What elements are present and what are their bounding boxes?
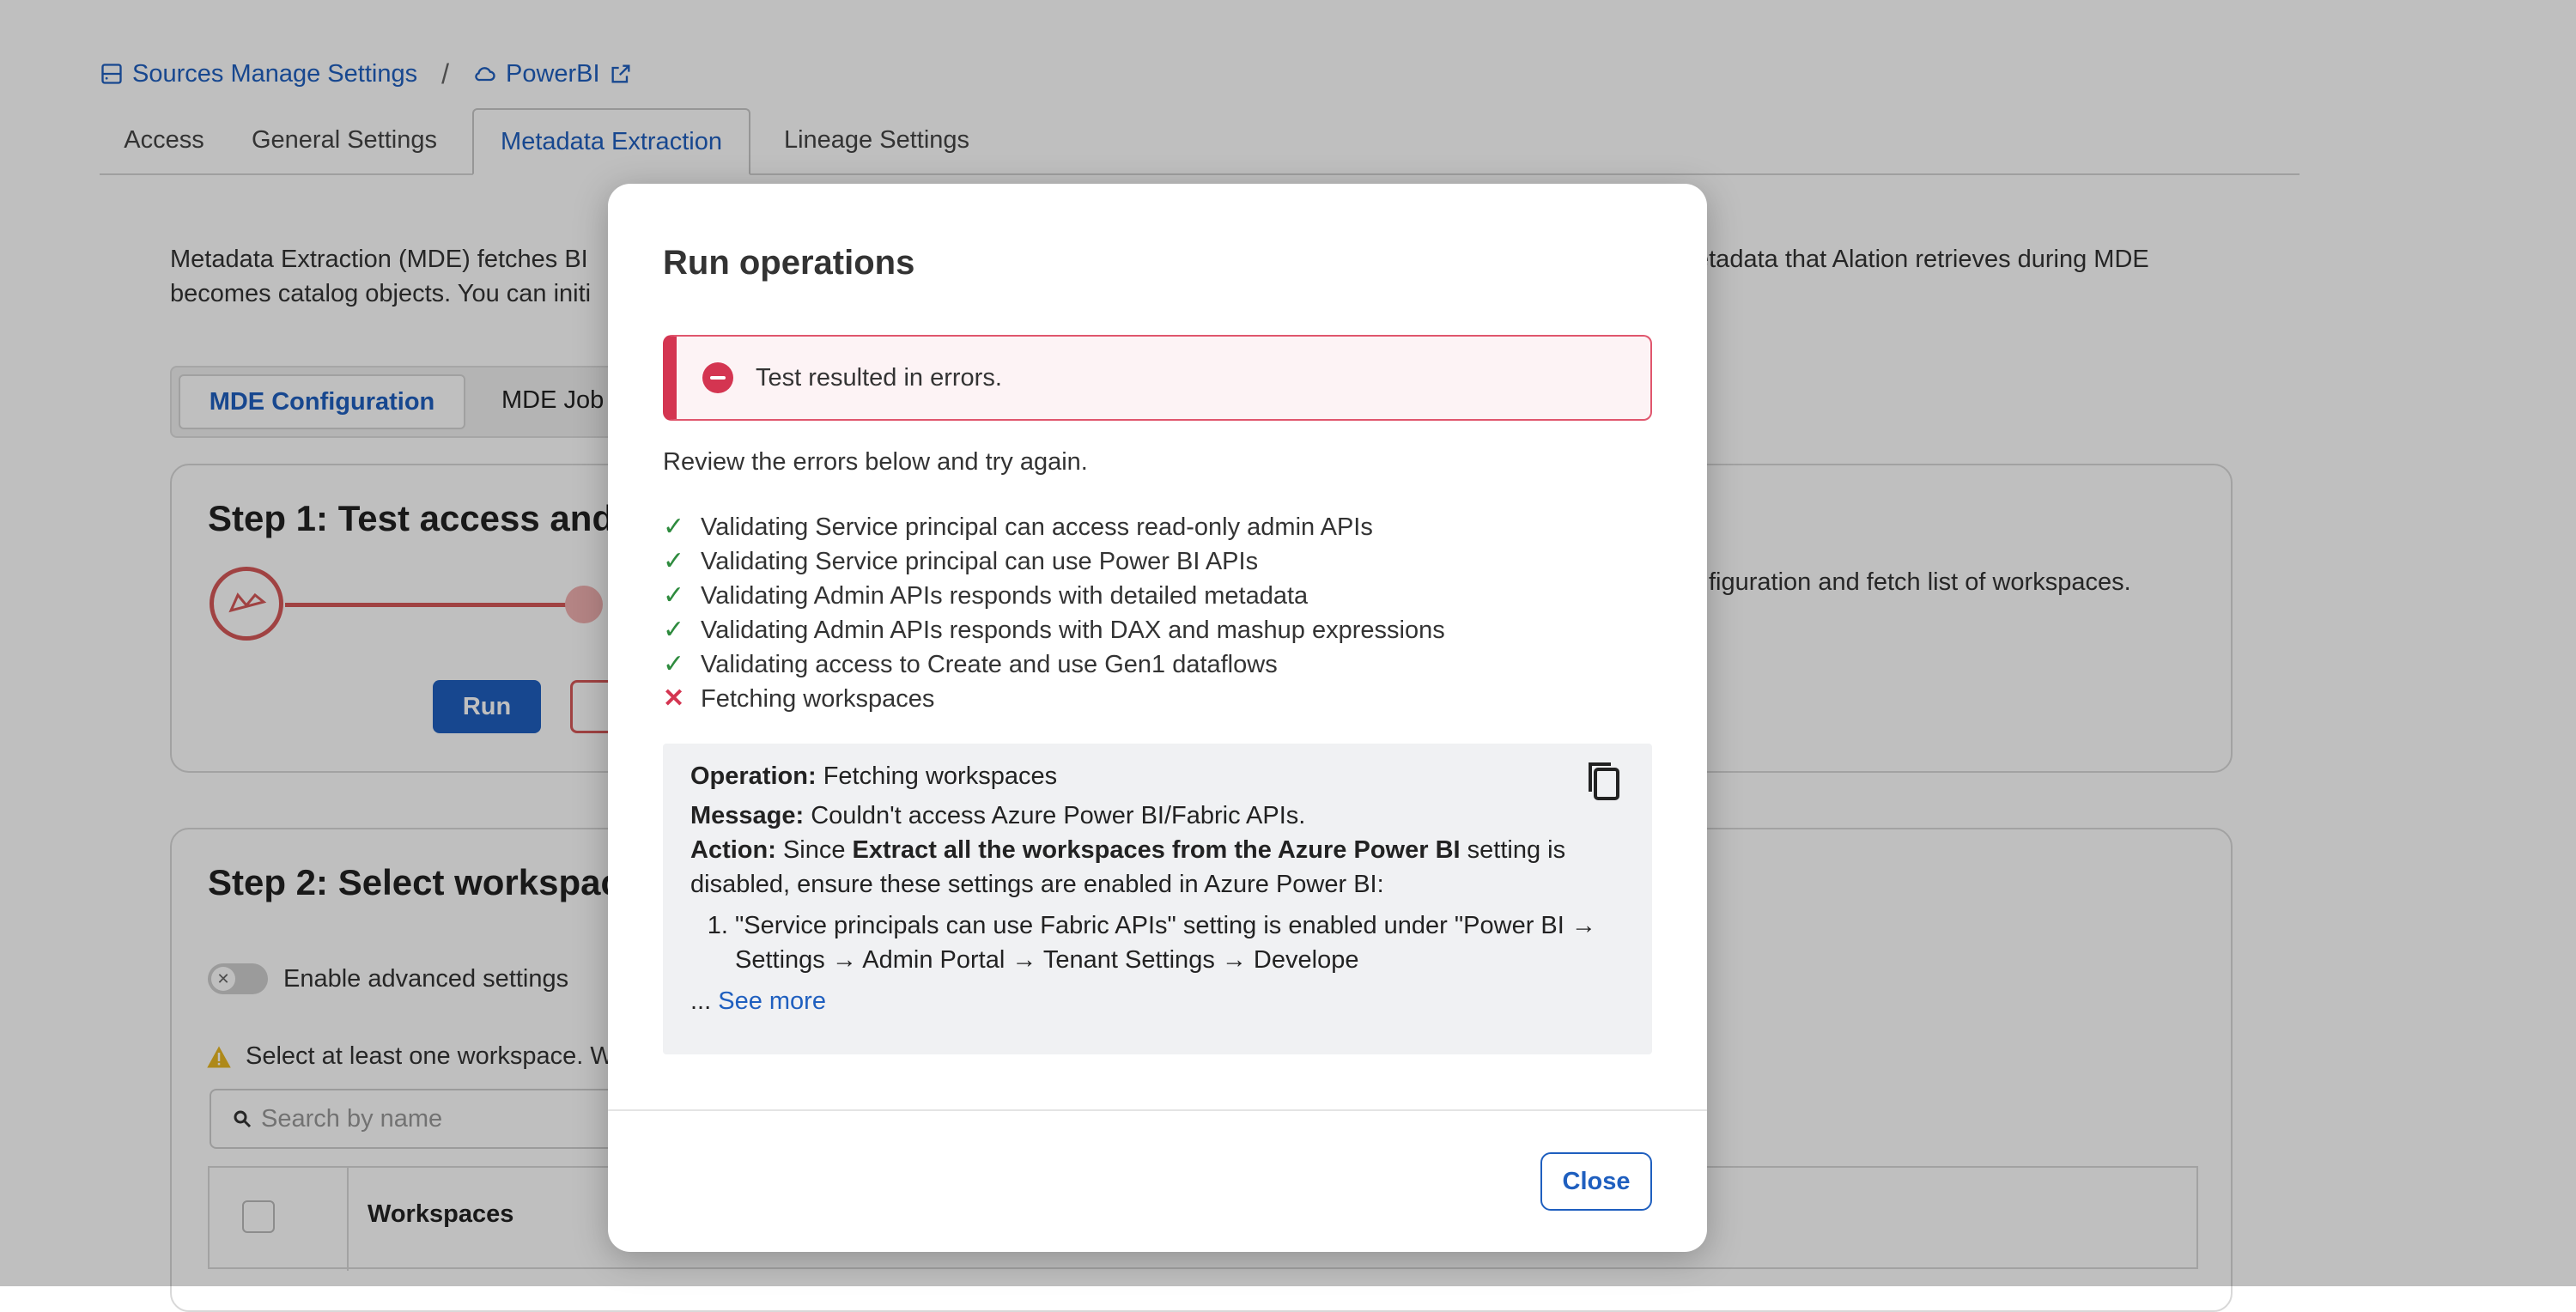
action-setting-name: Extract all the workspaces from the Azur… — [852, 836, 1461, 864]
validation-text: Validating Service principal can use Pow… — [701, 547, 1259, 575]
validation-text: Fetching workspaces — [701, 684, 935, 713]
list-item: "Service principals can use Fabric APIs"… — [735, 908, 1625, 977]
action-label: Action: — [690, 836, 776, 864]
list-item: ✓ Validating Service principal can access… — [663, 510, 1445, 544]
list-item: ✓ Validating Service principal can use Po… — [663, 544, 1445, 579]
close-button[interactable]: Close — [1540, 1152, 1652, 1211]
validation-text: Validating Admin APIs responds with DAX … — [701, 616, 1445, 644]
operation-value: Fetching workspaces — [823, 762, 1058, 790]
run-operations-dialog: Run operations Test resulted in errors. … — [608, 184, 1707, 1252]
see-more-link[interactable]: See more — [718, 987, 826, 1015]
action-steps: "Service principals can use Fabric APIs"… — [690, 908, 1625, 977]
error-action: Action: Since Extract all the workspaces… — [690, 833, 1625, 902]
message-label: Message: — [690, 802, 805, 829]
copy-icon[interactable] — [1583, 759, 1625, 804]
checkmark-icon: ✓ — [663, 547, 685, 575]
error-circle-icon — [702, 362, 733, 393]
review-text: Review the errors below and try again. — [663, 448, 1088, 476]
dialog-title: Run operations — [663, 244, 915, 282]
error-message: Message: Couldn't access Azure Power BI/… — [690, 799, 1625, 833]
x-mark-icon: ✕ — [663, 684, 685, 713]
validation-text: Validating Admin APIs responds with deta… — [701, 581, 1309, 610]
list-item: ✕ Fetching workspaces — [663, 682, 1445, 716]
message-value: Couldn't access Azure Power BI/Fabric AP… — [811, 802, 1306, 829]
checkmark-icon: ✓ — [663, 616, 685, 644]
validation-text: Validating Service principal can access … — [701, 513, 1373, 541]
operation-label: Operation: — [690, 762, 817, 790]
error-alert: Test resulted in errors. — [663, 335, 1652, 421]
error-operation: Operation: Fetching workspaces — [690, 759, 1625, 793]
list-item: ✓ Validating access to Create and use Gen… — [663, 647, 1445, 682]
validation-text: Validating access to Create and use Gen1… — [701, 650, 1278, 678]
alert-text: Test resulted in errors. — [756, 363, 1002, 392]
ellipsis: ... — [690, 987, 712, 1015]
checkmark-icon: ✓ — [663, 513, 685, 541]
checkmark-icon: ✓ — [663, 581, 685, 610]
see-more-row: ... See more — [690, 984, 1625, 1018]
dialog-footer-divider — [608, 1109, 1707, 1111]
list-item: ✓ Validating Admin APIs responds with det… — [663, 579, 1445, 613]
validation-list: ✓ Validating Service principal can access… — [663, 510, 1445, 716]
list-item: ✓ Validating Admin APIs responds with DAX… — [663, 613, 1445, 647]
action-prefix: Since — [782, 836, 846, 864]
error-details: Operation: Fetching workspaces Message: … — [663, 744, 1652, 1054]
checkmark-icon: ✓ — [663, 650, 685, 678]
